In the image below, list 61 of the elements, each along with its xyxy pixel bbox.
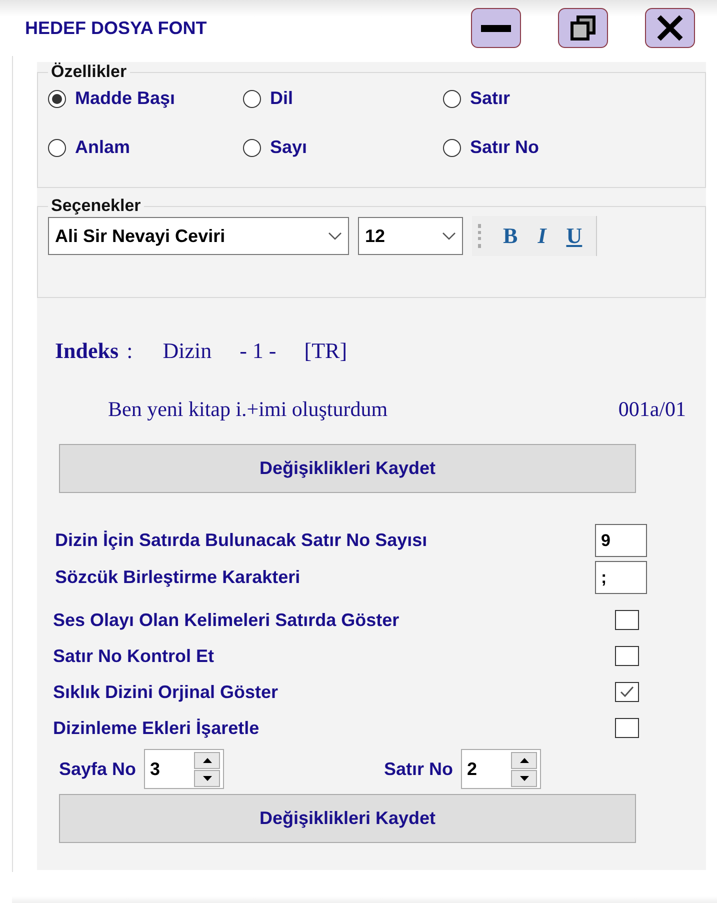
checkbox-label: Sıklık Dizini Orjinal Göster [53,682,278,702]
checkbox[interactable] [615,646,639,666]
toolbar-grip [478,224,483,248]
index-label: Indeks [55,338,119,364]
radio-button[interactable] [443,138,461,156]
checkbox[interactable] [615,682,639,702]
format-button[interactable]: B [495,223,526,249]
radio-button[interactable] [243,90,261,108]
check-icon [619,685,635,699]
index-value: [TR] [304,338,348,364]
index-value: - 1 - [240,338,276,364]
input-field[interactable]: 9 [595,524,647,557]
sample-code: 001a/01 [618,397,686,422]
number-spinner[interactable]: 3 [144,749,224,789]
radio-option[interactable]: Dil [243,88,443,109]
checkbox-label: Dizinleme Ekleri İşaretle [53,718,260,738]
spinner-label: Satır No [384,758,454,780]
font-dropdown[interactable]: Ali Sir Nevayi Ceviri [48,217,349,255]
close-icon [656,14,684,42]
window-title: HEDEF DOSYA FONT [25,18,207,38]
format-button[interactable]: U [558,223,590,249]
radio-option[interactable]: Anlam [48,137,243,158]
minimize-icon [481,24,511,32]
restore-icon [569,14,597,42]
radio-option[interactable]: Sayı [243,137,443,158]
save-button[interactable]: Değişiklikleri Kaydet [59,794,636,843]
size-dropdown[interactable]: 12 [358,217,463,255]
radio-label: Sayı [270,137,308,158]
radio-option[interactable]: Satır No [443,137,643,158]
input-field[interactable]: ; [595,561,647,594]
radio-option[interactable]: Satır [443,88,643,109]
field-label: Dizin İçin Satırda Bulunacak Satır No Sayısı [55,530,428,551]
spinner-label: Sayfa No [59,758,136,780]
sample-text: Ben yeni kitap i.+imi oluşturdum [108,397,388,422]
radio-button[interactable] [48,138,66,156]
checkbox[interactable] [615,610,639,630]
minimize-button[interactable] [471,8,521,48]
save-button[interactable]: Değişiklikleri Kaydet [59,444,636,493]
index-separator: : [126,338,133,364]
number-spinner[interactable]: 2 [461,749,542,789]
radio-label: Satır No [470,137,540,158]
radio-option[interactable]: Madde Başı [48,88,243,109]
field-label: Sözcük Birleştirme Karakteri [55,567,300,588]
maximize-button[interactable] [558,8,608,48]
checkbox-label: Ses Olayı Olan Kelimeleri Satırda Göster [53,610,400,630]
group-legend: Özellikler [48,62,130,82]
chevron-down-icon [442,232,456,240]
radio-label: Dil [270,88,294,109]
radio-label: Anlam [75,137,130,158]
checkbox[interactable] [615,718,639,738]
radio-label: Madde Başı [75,88,176,109]
index-value: Dizin [162,338,212,364]
format-button[interactable]: I [530,223,554,249]
radio-label: Satır [470,88,510,109]
radio-button[interactable] [243,138,261,156]
radio-button[interactable] [48,90,66,108]
checkbox-label: Satır No Kontrol Et [53,646,214,666]
group-legend: Seçenekler [48,196,144,216]
close-button[interactable] [645,8,695,48]
chevron-down-icon [328,232,342,240]
radio-button[interactable] [443,90,461,108]
